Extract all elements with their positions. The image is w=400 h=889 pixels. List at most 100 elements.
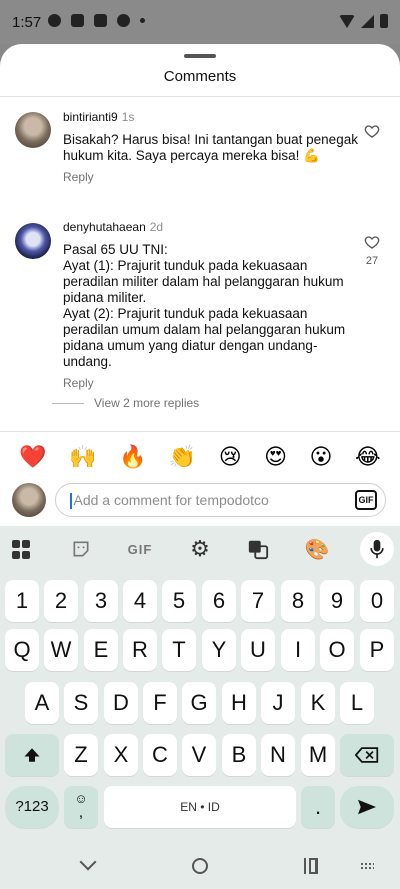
key[interactable]: 8 — [281, 580, 315, 622]
comment-username[interactable]: bintirianti9 1s — [63, 110, 363, 124]
key[interactable]: 0 — [360, 580, 394, 622]
home-icon[interactable] — [192, 858, 208, 874]
apps-grid-icon[interactable] — [10, 538, 32, 560]
sheet-title: Comments — [163, 68, 237, 85]
shift-key[interactable] — [5, 734, 59, 776]
backspace-icon — [354, 747, 379, 763]
username-text[interactable]: denyhutahaean — [63, 220, 146, 234]
recents-icon[interactable] — [304, 858, 318, 874]
status-bar: 1:57 — [0, 0, 400, 44]
key[interactable]: I — [281, 629, 315, 671]
key[interactable]: 4 — [123, 580, 157, 622]
emoji-heart-eyes[interactable]: 😍 — [264, 442, 287, 472]
key[interactable]: M — [301, 734, 335, 776]
key[interactable]: Z — [64, 734, 98, 776]
battery-icon — [380, 14, 388, 28]
key[interactable]: T — [162, 629, 196, 671]
keyboard: GIF ⚙ 🎨 1 2 3 4 5 6 7 8 9 0 Q W E R T Y … — [0, 526, 400, 889]
key[interactable]: 6 — [202, 580, 236, 622]
emoji-reactions: ❤️ 🙌 🔥 👏 😢 😍 😮 😂 — [0, 442, 400, 472]
key[interactable]: N — [261, 734, 295, 776]
key[interactable]: G — [182, 682, 216, 724]
backspace-key[interactable] — [340, 734, 394, 776]
emoji-clap[interactable]: 👏 — [169, 442, 196, 472]
sticker-icon[interactable] — [68, 536, 94, 562]
mic-icon[interactable] — [360, 532, 394, 566]
key[interactable]: V — [182, 734, 216, 776]
keyboard-row-2: A S D F G H J K L — [0, 682, 400, 724]
reply-button[interactable]: Reply — [63, 170, 363, 184]
system-icons — [339, 14, 388, 28]
keyboard-switch-icon[interactable] — [360, 862, 374, 870]
view-more-replies-label[interactable]: View 2 more replies — [94, 396, 199, 410]
comment-composer: Add a comment for tempodotco GIF — [0, 481, 400, 525]
key[interactable]: O — [320, 629, 354, 671]
key[interactable]: X — [104, 734, 138, 776]
divider — [0, 431, 400, 432]
comment-username[interactable]: denyhutahaean 2d — [63, 220, 363, 234]
avatar[interactable] — [15, 223, 51, 259]
divider — [52, 402, 84, 404]
status-time: 1:57 — [12, 14, 42, 31]
key[interactable]: R — [123, 629, 157, 671]
signal-icon — [361, 14, 374, 28]
gif-icon[interactable]: GIF — [127, 536, 153, 562]
key[interactable]: E — [84, 629, 118, 671]
comment-placeholder: Add a comment for tempodotco — [73, 492, 269, 508]
drag-handle[interactable] — [184, 54, 216, 58]
translate-icon[interactable] — [245, 536, 271, 562]
keyboard-toolbar: GIF ⚙ 🎨 — [0, 526, 400, 572]
gif-button[interactable]: GIF — [355, 490, 377, 510]
key[interactable]: C — [143, 734, 177, 776]
emoji-heart[interactable]: ❤️ — [19, 442, 46, 472]
emoji-crying[interactable]: 😢 — [219, 442, 242, 472]
key[interactable]: 1 — [5, 580, 39, 622]
palette-icon[interactable]: 🎨 — [304, 536, 330, 562]
key[interactable]: F — [143, 682, 177, 724]
heart-icon[interactable] — [364, 123, 380, 139]
comment-time: 2d — [149, 220, 164, 234]
key[interactable]: K — [301, 682, 335, 724]
emoji-surprised[interactable]: 😮 — [310, 442, 333, 472]
key[interactable]: H — [222, 682, 256, 724]
key[interactable]: B — [222, 734, 256, 776]
chevron-down-icon[interactable] — [79, 853, 97, 871]
key[interactable]: 9 — [320, 580, 354, 622]
emoji-fire[interactable]: 🔥 — [119, 442, 146, 472]
key[interactable]: P — [360, 629, 394, 671]
keyboard-row-1: Q W E R T Y U I O P — [0, 629, 400, 671]
period-key[interactable]: . — [301, 786, 335, 828]
app-icon — [117, 14, 130, 27]
chat-icon — [48, 14, 61, 27]
key[interactable]: 5 — [162, 580, 196, 622]
key[interactable]: D — [104, 682, 138, 724]
key[interactable]: U — [241, 629, 275, 671]
send-key[interactable] — [340, 786, 394, 828]
avatar[interactable] — [15, 112, 51, 148]
emoji-laughing[interactable]: 😂 — [355, 442, 381, 472]
key[interactable]: Y — [202, 629, 236, 671]
emoji-raised-hands[interactable]: 🙌 — [69, 442, 96, 472]
emoji-comma-key[interactable]: ☺ , — [64, 786, 98, 828]
symbols-key[interactable]: ?123 — [5, 786, 59, 828]
key[interactable]: 7 — [241, 580, 275, 622]
keyboard-row-4: ?123 ☺ , EN • ID . — [0, 786, 400, 828]
keyboard-row-3: Z X C V B N M — [0, 734, 400, 776]
key[interactable]: Q — [5, 629, 39, 671]
reply-button[interactable]: Reply — [63, 376, 363, 390]
key[interactable]: L — [340, 682, 374, 724]
key[interactable]: W — [44, 629, 78, 671]
comment-input[interactable]: Add a comment for tempodotco GIF — [55, 483, 386, 517]
comma-label: , — [78, 804, 84, 821]
dot-icon — [140, 18, 145, 23]
username-text[interactable]: bintirianti9 — [63, 110, 118, 124]
key[interactable]: J — [261, 682, 295, 724]
key[interactable]: 3 — [84, 580, 118, 622]
key[interactable]: S — [64, 682, 98, 724]
gear-icon[interactable]: ⚙ — [187, 536, 213, 562]
heart-icon[interactable] — [364, 234, 380, 250]
space-key[interactable]: EN • ID — [104, 786, 296, 828]
key[interactable]: A — [25, 682, 59, 724]
view-more-replies[interactable]: View 2 more replies — [52, 396, 199, 410]
key[interactable]: 2 — [44, 580, 78, 622]
